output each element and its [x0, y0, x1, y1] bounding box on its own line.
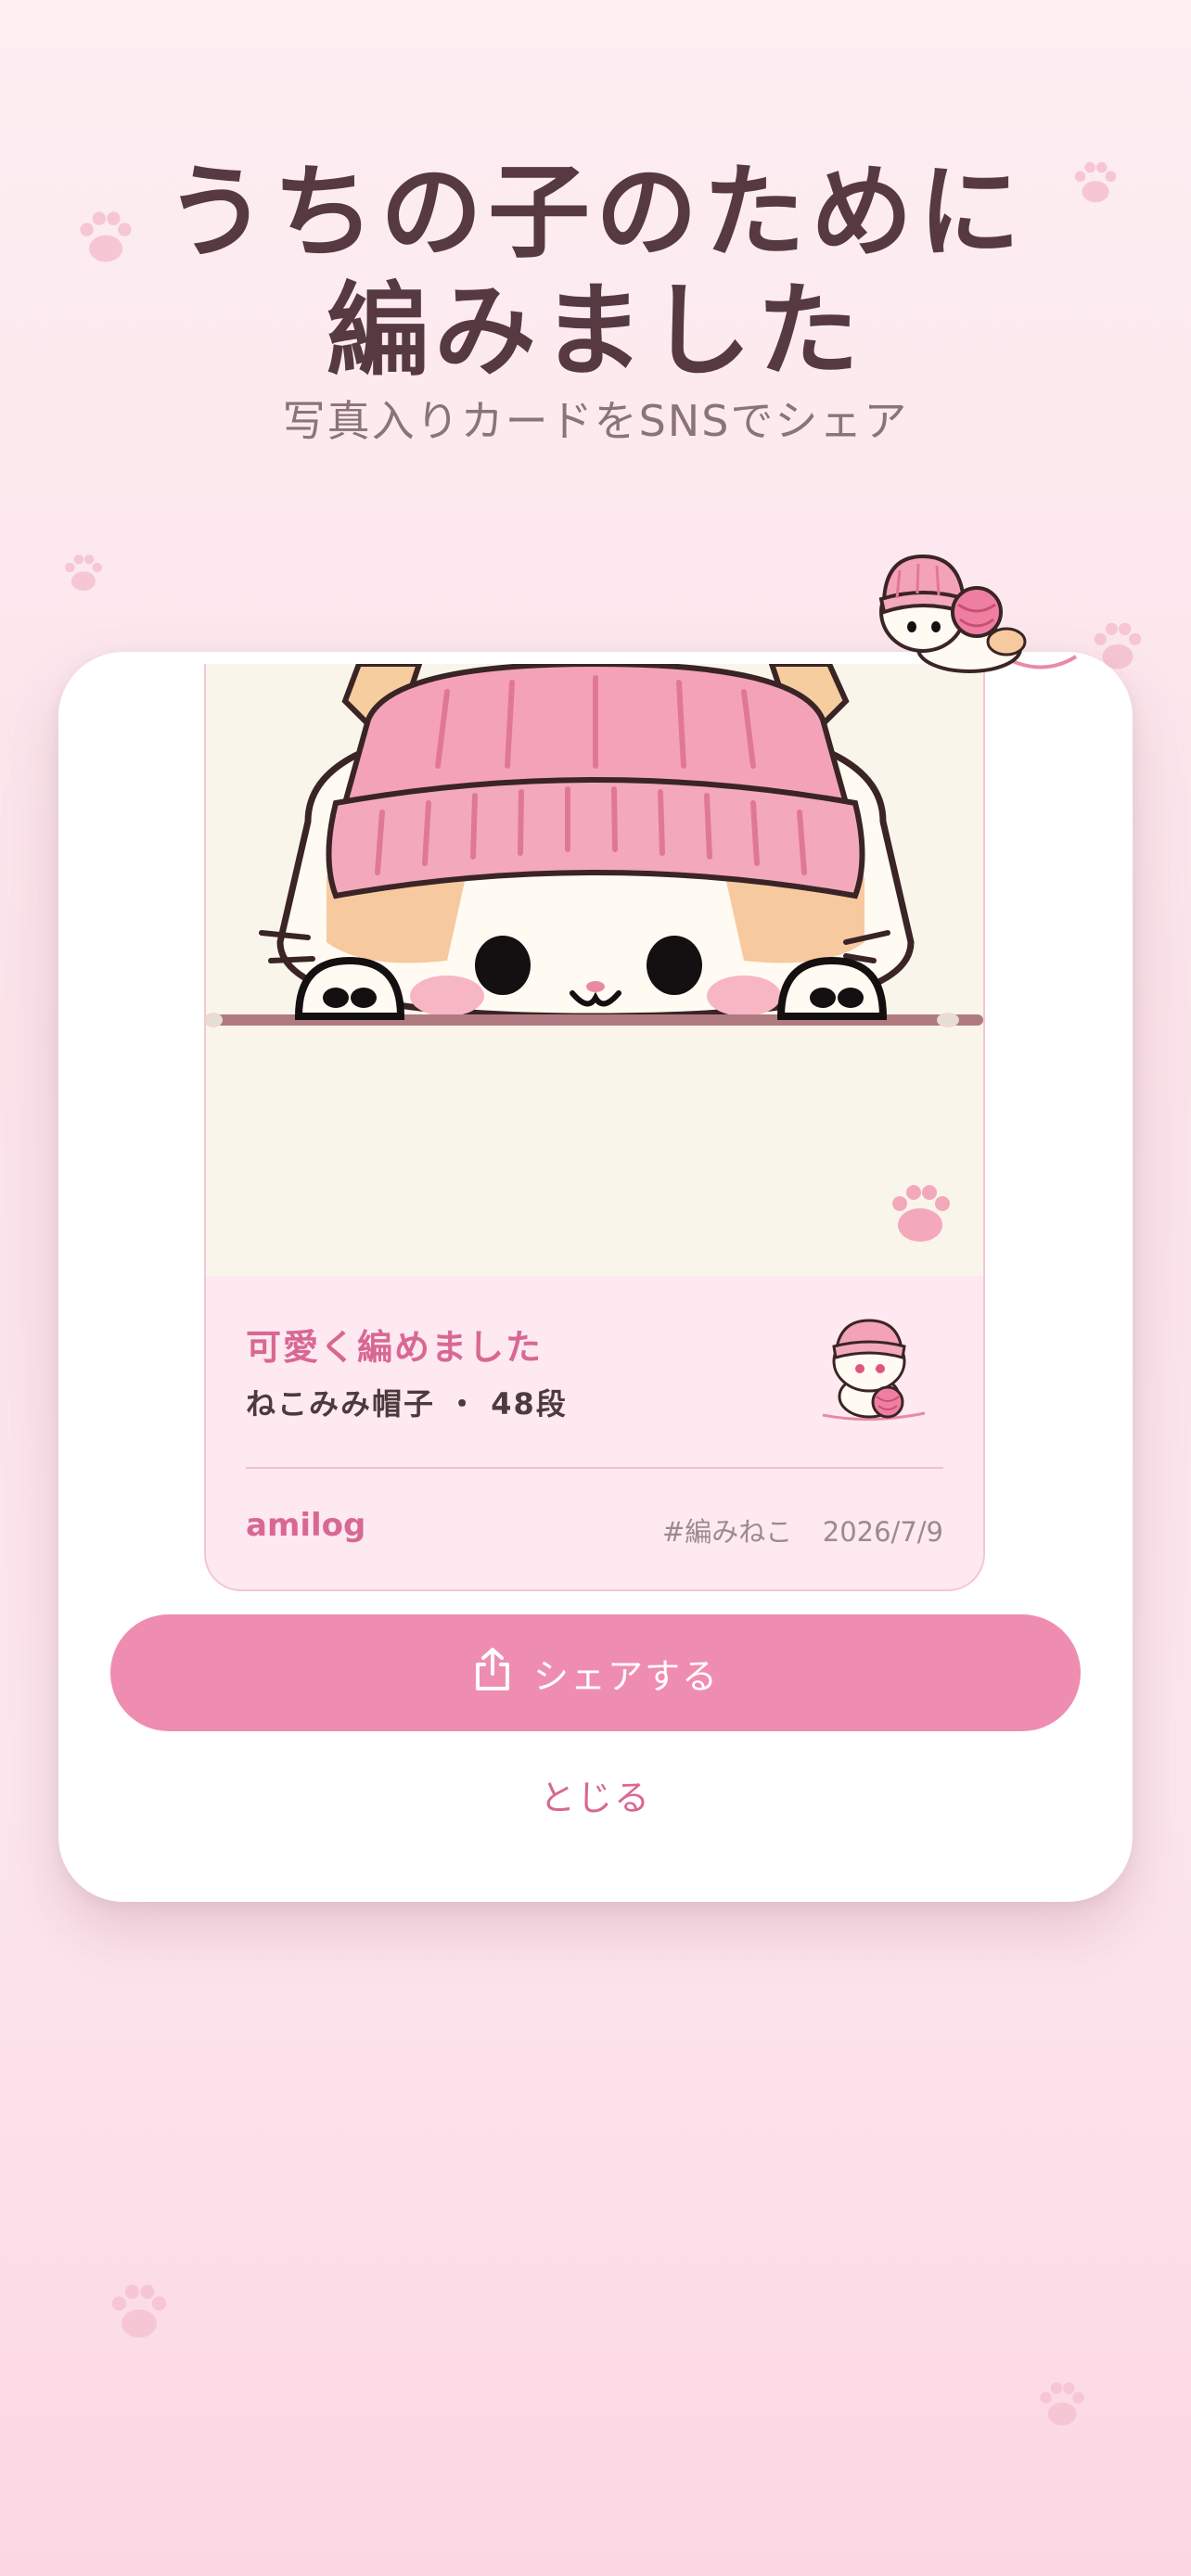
page-title-line-1: うちの子のために: [165, 153, 1026, 272]
share-modal: 可愛く編めました ねこみみ帽子 ・ 48段 amilog #編みねこ 2026/…: [58, 652, 1133, 1902]
paw-print-icon: [104, 2276, 174, 2347]
card-date: 2026/7/9: [822, 1516, 943, 1548]
share-card-preview: 可愛く編めました ねこみみ帽子 ・ 48段 amilog #編みねこ 2026/…: [204, 664, 985, 1591]
share-button[interactable]: シェアする: [110, 1614, 1081, 1731]
share-icon: [472, 1646, 513, 1701]
card-photo: [206, 664, 983, 1276]
close-button[interactable]: とじる: [58, 1769, 1133, 1820]
share-button-label: シェアする: [532, 1655, 719, 1697]
card-divider: [246, 1467, 943, 1469]
page-title-line-2: 編みました: [327, 272, 864, 390]
page-subtitle: 写真入りカードをSNSでシェア: [282, 396, 909, 446]
knitting-cat-mascot-icon: [867, 547, 1081, 681]
paw-print-icon: [1033, 2376, 1091, 2433]
card-caption: 可愛く編めました: [246, 1327, 544, 1368]
card-project-info: ねこみみ帽子 ・ 48段: [246, 1386, 568, 1422]
card-footer: 可愛く編めました ねこみみ帽子 ・ 48段 amilog #編みねこ 2026/…: [206, 1276, 983, 1589]
card-app-name: amilog: [246, 1507, 366, 1544]
knitting-cat-mascot-icon: [813, 1313, 934, 1428]
card-hashtag: #編みねこ: [662, 1516, 793, 1548]
page-title: うちの子のために 編みました: [0, 153, 1191, 390]
paw-print-icon: [59, 549, 108, 597]
card-meta: #編みねこ 2026/7/9: [662, 1511, 943, 1549]
